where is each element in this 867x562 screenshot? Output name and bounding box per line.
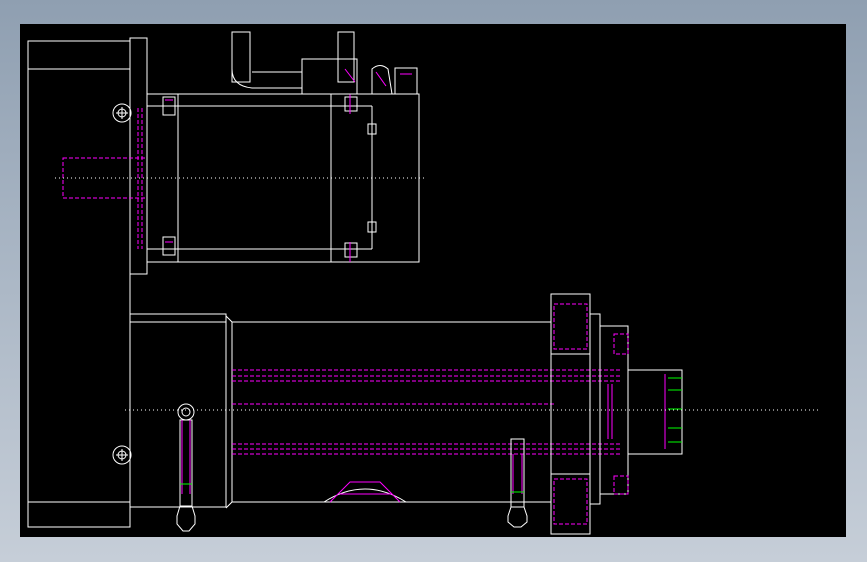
grease-fitting-right [507, 438, 528, 528]
cad-drawing-viewport[interactable] [20, 24, 846, 537]
screw-top [112, 103, 132, 123]
motor-connector [231, 31, 418, 95]
grease-fitting-left [176, 403, 196, 532]
bottom-slot [329, 481, 401, 503]
screw-bottom [112, 445, 132, 465]
front-flange [550, 293, 629, 535]
cad-drawing [27, 31, 820, 535]
output-rod [607, 369, 683, 455]
actuator-body-lower [129, 313, 552, 509]
base-housing [27, 37, 148, 528]
hidden-rods [232, 369, 620, 455]
